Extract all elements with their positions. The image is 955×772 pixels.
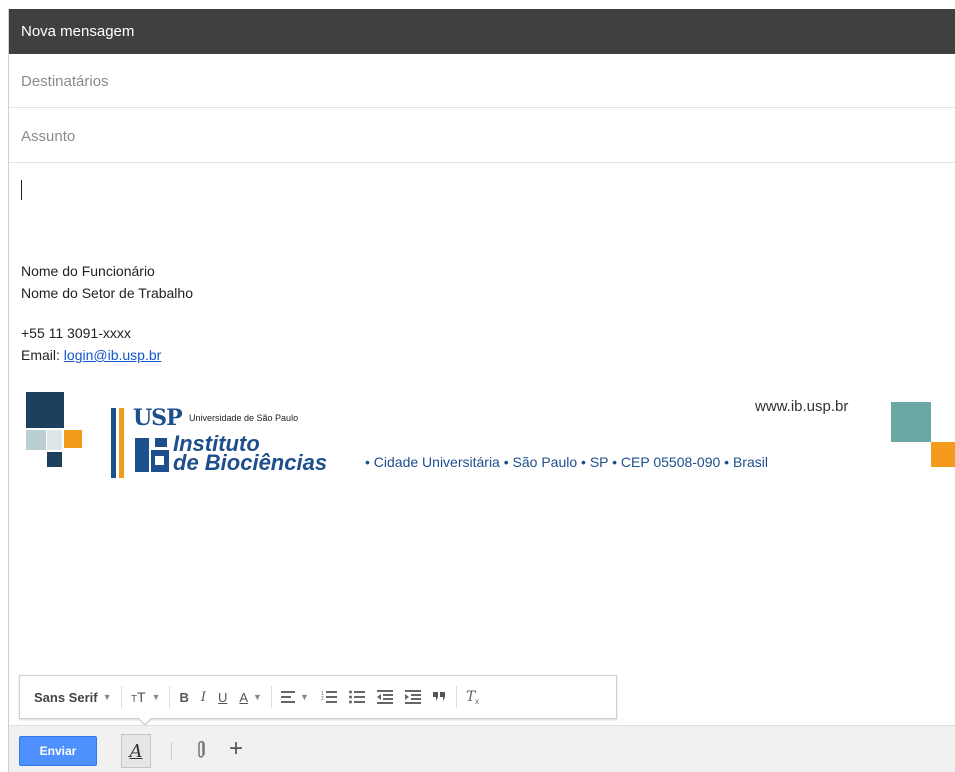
chevron-down-icon: ▼ (299, 692, 309, 702)
formatting-toolbar: Sans Serif ▼ TT ▼ B I U A ▼ ▼ 12 T x (19, 675, 617, 719)
recipients-input[interactable] (21, 54, 941, 108)
signature-phone: +55 11 3091-xxxx (21, 325, 131, 341)
font-size-button[interactable]: TT ▼ (125, 682, 167, 712)
signature-sector: Nome do Setor de Trabalho (21, 285, 193, 301)
chevron-down-icon: ▼ (253, 692, 262, 702)
signature-name: Nome do Funcionário (21, 263, 155, 279)
website-text: www.ib.usp.br (755, 398, 849, 415)
decor-square-navy (47, 452, 62, 467)
decor-square-pale (47, 430, 62, 450)
logo-bar-blue (111, 408, 116, 478)
svg-text:T: T (137, 690, 146, 704)
quote-icon (432, 692, 445, 701)
italic-button[interactable]: I (195, 682, 212, 712)
left-margin (0, 0, 8, 772)
decor-square-orange-right (931, 442, 955, 467)
institute-line-2: de Biociências (173, 450, 328, 475)
toolbar-divider (270, 686, 272, 708)
svg-text:x: x (475, 697, 479, 705)
signature-email-link[interactable]: login@ib.usp.br (64, 347, 162, 363)
toolbar-divider (169, 686, 171, 708)
signature-email: Email: login@ib.usp.br (21, 345, 161, 365)
numbered-list-icon: 12 (321, 691, 337, 703)
logo-bar-orange (119, 408, 124, 478)
numbered-list-button[interactable]: 12 (315, 682, 343, 712)
toolbar-divider (455, 686, 457, 708)
align-button[interactable]: ▼ (275, 682, 315, 712)
ib-mark-icon (135, 438, 169, 472)
toolbar-divider (120, 686, 122, 708)
bulleted-list-icon (348, 690, 365, 704)
subject-row (9, 109, 955, 163)
usp-logo: USP Universidade de São Paulo Instituto … (111, 396, 331, 478)
indent-more-button[interactable] (399, 682, 427, 712)
signature-email-label: Email: (21, 347, 64, 363)
compose-bottom-bar: Enviar A + (9, 725, 955, 772)
quote-button[interactable] (427, 682, 453, 712)
plus-icon[interactable]: + (229, 734, 243, 764)
toolbar-pointer-inner (138, 717, 152, 724)
align-icon (280, 691, 295, 703)
indent-more-icon (404, 690, 421, 704)
font-family-label: Sans Serif (34, 689, 98, 705)
recipients-row (9, 54, 955, 108)
decor-square-light (26, 430, 46, 450)
font-family-select[interactable]: Sans Serif ▼ (28, 682, 118, 712)
signature-banner: USP Universidade de São Paulo Instituto … (9, 386, 955, 486)
svg-text:2: 2 (321, 696, 324, 702)
text-cursor (21, 180, 22, 200)
formatting-toggle-button[interactable]: A (121, 734, 151, 768)
underline-button[interactable]: U (212, 682, 233, 712)
paperclip-icon[interactable] (191, 738, 211, 762)
decor-square-dark (26, 392, 64, 428)
remove-formatting-button[interactable]: Tx (460, 682, 490, 712)
bulleted-list-button[interactable] (343, 682, 371, 712)
chevron-down-icon: ▼ (151, 692, 161, 702)
compose-title[interactable]: Nova mensagem (9, 9, 955, 54)
university-name: Universidade de São Paulo (189, 413, 299, 423)
decor-square-teal (891, 402, 931, 442)
remove-formatting-icon: Tx (466, 689, 479, 705)
decor-square-orange (64, 430, 82, 448)
usp-wordmark: USP (133, 405, 183, 431)
subject-input[interactable] (21, 109, 941, 163)
send-button[interactable]: Enviar (19, 736, 97, 766)
message-body[interactable]: Nome do Funcionário Nome do Setor de Tra… (9, 164, 955, 674)
indent-less-button[interactable] (371, 682, 399, 712)
address-text: • Cidade Universitária • São Paulo • SP … (365, 454, 768, 470)
bottom-bar-divider (171, 742, 172, 760)
text-size-icon: TT (131, 690, 146, 704)
indent-less-icon (376, 690, 393, 704)
text-color-button[interactable]: A ▼ (233, 682, 268, 712)
bold-button[interactable]: B (173, 682, 194, 712)
text-color-icon: A (239, 689, 249, 705)
chevron-down-icon: ▼ (102, 692, 112, 702)
compose-window: Nova mensagem Nome do Funcionário Nome d… (8, 9, 955, 772)
